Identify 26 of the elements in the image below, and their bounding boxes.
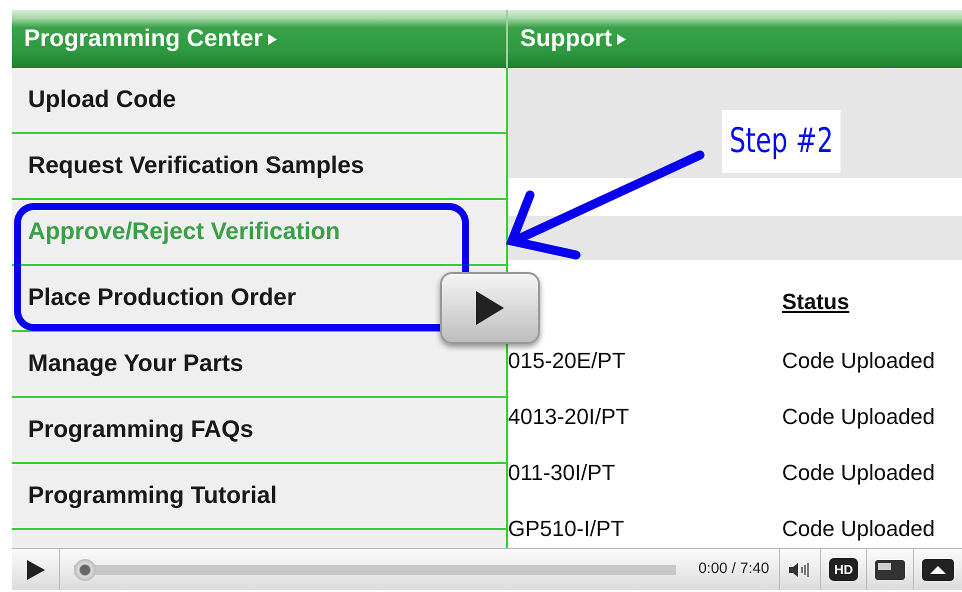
time-display: 0:00 / 7:40 <box>698 559 770 580</box>
seek-handle[interactable] <box>74 558 96 580</box>
menu-item[interactable]: Programming FAQs <box>28 412 254 448</box>
table-cell: 011-30I/PT <box>508 460 616 484</box>
menu-item[interactable]: Manage Your Parts <box>28 346 244 382</box>
column-header: Status <box>782 288 850 314</box>
table-cell: Code Uploaded <box>782 348 935 372</box>
expand-icon[interactable] <box>922 558 954 580</box>
table-cell: 015-20E/PT <box>508 348 626 372</box>
menu-item[interactable]: Place Production Order <box>28 280 296 316</box>
play-icon <box>26 558 46 580</box>
hd-button[interactable]: HD <box>829 558 858 582</box>
table-cell: GP510-I/PT <box>508 516 624 540</box>
play-icon <box>474 289 506 327</box>
table-cell: Code Uploaded <box>782 404 935 428</box>
popout-icon[interactable] <box>875 560 905 580</box>
menu-item[interactable]: Upload Code <box>28 82 176 118</box>
table-cell: Code Uploaded <box>782 460 935 484</box>
menu-item[interactable]: Programming Tutorial <box>28 478 277 514</box>
triangle-icon <box>616 34 626 44</box>
annotation-label: Step #2 <box>722 110 841 173</box>
menu-item[interactable]: Request Verification Samples <box>28 148 364 184</box>
table-cell: Code Uploaded <box>782 516 935 540</box>
play-overlay-button[interactable] <box>440 272 540 344</box>
triangle-icon <box>268 34 277 44</box>
table-cell: 4013-20I/PT <box>508 404 630 428</box>
